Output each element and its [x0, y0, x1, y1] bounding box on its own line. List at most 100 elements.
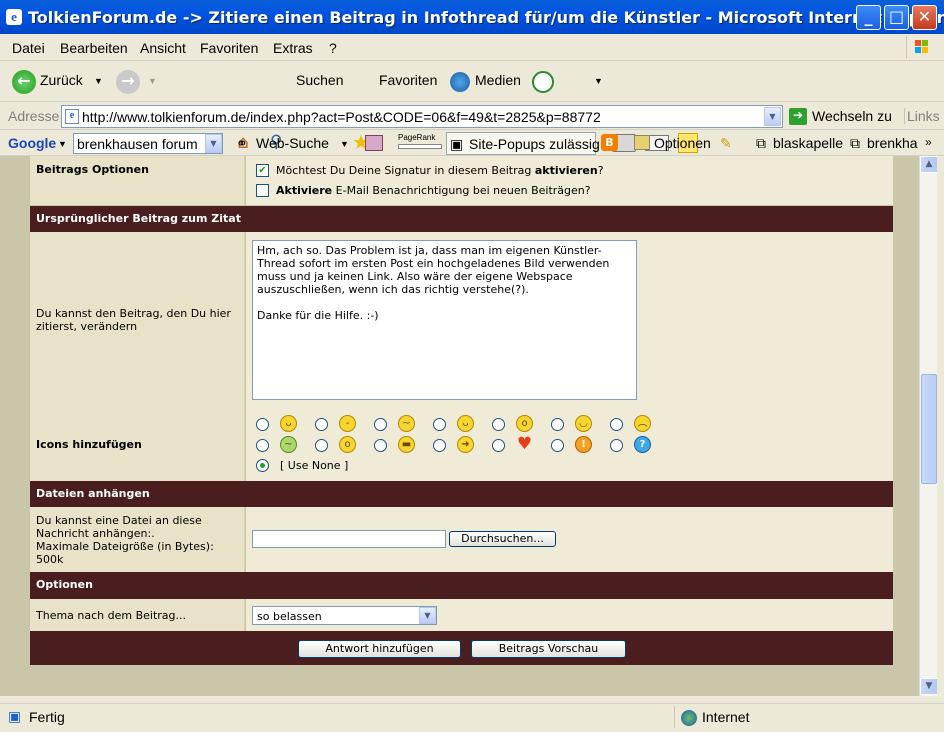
status-bar: ▣ Fertig Internet	[0, 703, 944, 732]
options-header: Optionen	[30, 572, 893, 599]
windows-logo-icon	[906, 36, 936, 58]
menu-bearbeiten[interactable]: Bearbeiten	[60, 40, 128, 56]
browse-button[interactable]: Durchsuchen...	[449, 531, 556, 547]
icon-radio-11[interactable]	[433, 439, 446, 452]
email-notify-label-bold: Aktiviere	[276, 184, 333, 197]
scroll-down-icon[interactable]: ▼	[920, 678, 938, 695]
topic-dropdown-icon[interactable]: ▼	[419, 607, 436, 624]
news-icon[interactable]	[365, 135, 383, 151]
google-query-dropdown-icon[interactable]: ▼	[205, 134, 222, 153]
bookmark-brenkha[interactable]: brenkha	[867, 135, 918, 151]
submit-bar: Antwort hinzufügen Beitrags Vorschau	[30, 631, 893, 665]
icon-radio-4[interactable]	[433, 418, 446, 431]
blogger-icon[interactable]: B	[601, 134, 618, 151]
back-arrow-icon[interactable]: ←	[12, 70, 36, 94]
use-none-label: [ Use None ]	[280, 459, 349, 472]
menu-bar: Datei Bearbeiten Ansicht Favoriten Extra…	[0, 35, 944, 61]
options-icon[interactable]	[634, 135, 650, 150]
quote-row: Du kannst den Beitrag, den Du hier zitie…	[30, 232, 893, 407]
signature-label-bold: aktivieren	[534, 164, 598, 177]
icon-radio-7[interactable]	[610, 418, 623, 431]
toolbar-overflow-icon[interactable]: »	[925, 135, 932, 149]
security-zone: Internet	[702, 709, 750, 725]
links-label[interactable]: Links	[904, 108, 940, 124]
icon-radio-12[interactable]	[492, 439, 505, 452]
menu-ansicht[interactable]: Ansicht	[140, 40, 186, 56]
vertical-scrollbar[interactable]: ▲ ▼	[919, 156, 938, 696]
topic-select[interactable]: so belassen ▼	[252, 606, 437, 625]
email-notify-checkbox[interactable]	[256, 184, 269, 197]
attach-label-line1: Du kannst eine Datei an diese Nachricht …	[36, 514, 202, 540]
menu-favoriten[interactable]: Favoriten	[200, 40, 258, 56]
scroll-up-icon[interactable]: ▲	[920, 156, 938, 173]
media-button[interactable]: Medien	[475, 72, 521, 88]
scroll-thumb[interactable]	[921, 374, 937, 484]
minimize-button[interactable]: _	[856, 5, 881, 30]
back-button[interactable]: Zurück	[40, 72, 83, 88]
status-text: Fertig	[29, 709, 65, 725]
signature-label-text: Möchtest Du Deine Signatur in diesem Bei…	[276, 164, 535, 177]
quote-label: Du kannst den Beitrag, den Du hier zitie…	[36, 307, 231, 333]
quote-textarea[interactable]: Hm, ach so. Das Problem ist ja, dass man…	[252, 240, 637, 400]
history-icon[interactable]	[532, 71, 554, 93]
topic-row: Thema nach dem Beitrag... so belassen ▼	[30, 599, 893, 631]
icon-radio-3[interactable]	[374, 418, 387, 431]
bookmark-icon: ⧉	[756, 135, 766, 151]
pagerank-widget[interactable]: PageRank	[398, 133, 442, 153]
forward-arrow-icon[interactable]: →	[116, 70, 140, 94]
email-notify-label-text: E-Mail Benachrichtigung bei neuen Beiträ…	[332, 184, 591, 197]
web-search-button[interactable]: Web-Suche	[256, 135, 329, 151]
highlighter-icon[interactable]: ✎	[720, 135, 732, 152]
icon-radio-9[interactable]	[315, 439, 328, 452]
topic-label-cell: Thema nach dem Beitrag...	[30, 599, 245, 631]
heart-icon: ♥	[516, 434, 533, 454]
favorites-button[interactable]: Favoriten	[379, 72, 437, 88]
media-globe-icon[interactable]	[450, 72, 470, 92]
preview-button[interactable]: Beitrags Vorschau	[471, 640, 626, 658]
icon-radio-1[interactable]	[256, 418, 269, 431]
menu-datei[interactable]: Datei	[12, 40, 45, 56]
smile-icon: ᴗ	[280, 415, 297, 432]
original-post-header: Ursprünglicher Beitrag zum Zitat	[30, 206, 893, 232]
back-dropdown-icon[interactable]: ▼	[94, 76, 103, 86]
forward-dropdown-icon[interactable]: ▼	[148, 76, 157, 86]
icon-radio-10[interactable]	[374, 439, 387, 452]
icon-radio-none[interactable]	[256, 459, 269, 472]
angry-face-icon: ︵	[634, 415, 651, 432]
url-text[interactable]: http://www.tolkienforum.de/index.php?act…	[82, 109, 601, 125]
go-arrow-icon[interactable]: ➔	[789, 108, 807, 125]
google-search-input[interactable]: brenkhausen forum ▼	[73, 133, 223, 154]
options-button[interactable]: Optionen	[654, 135, 711, 151]
page-content: Beitrags Optionen ✔ Möchtest Du Deine Si…	[0, 156, 919, 696]
title-bar: e TolkienForum.de -> Zitiere einen Beitr…	[0, 0, 944, 34]
icon-radio-13[interactable]	[551, 439, 564, 452]
google-dropdown-icon[interactable]: ▼	[58, 139, 67, 149]
address-input[interactable]: e http://www.tolkienforum.de/index.php?a…	[61, 105, 783, 128]
menu-help[interactable]: ?	[329, 40, 337, 56]
icon-radio-2[interactable]	[315, 418, 328, 431]
attach-cell: Durchsuchen...	[246, 507, 893, 572]
address-dropdown-icon[interactable]: ▼	[764, 107, 781, 126]
signature-label: Möchtest Du Deine Signatur in diesem Bei…	[276, 164, 604, 177]
icon-radio-6[interactable]	[551, 418, 564, 431]
icon-radio-8[interactable]	[256, 439, 269, 452]
signature-checkbox[interactable]: ✔	[256, 164, 269, 177]
file-path-input[interactable]	[252, 530, 446, 548]
websearch-dropdown-icon[interactable]: ▼	[340, 139, 349, 149]
google-query[interactable]: brenkhausen forum	[77, 136, 198, 152]
google-logo[interactable]: Google	[8, 135, 56, 151]
maximize-button[interactable]: □	[884, 5, 909, 30]
icon-radio-5[interactable]	[492, 418, 505, 431]
search-button[interactable]: Suchen	[296, 72, 343, 88]
menu-extras[interactable]: Extras	[273, 40, 313, 56]
email-notify-label: Aktiviere E-Mail Benachrichtigung bei ne…	[276, 184, 591, 197]
address-bar: Adresse e http://www.tolkienforum.de/ind…	[0, 103, 944, 130]
bookmark-blaskapelle[interactable]: blaskapelle	[773, 135, 843, 151]
go-button[interactable]: Wechseln zu	[812, 108, 892, 124]
status-divider	[674, 706, 675, 728]
close-button[interactable]: ✕	[912, 5, 937, 30]
mail-dropdown-icon[interactable]: ▼	[594, 76, 603, 86]
popups-button[interactable]: ▣ Site-Popups zulässig	[446, 132, 600, 155]
submit-reply-button[interactable]: Antwort hinzufügen	[298, 640, 461, 658]
icon-radio-14[interactable]	[610, 439, 623, 452]
